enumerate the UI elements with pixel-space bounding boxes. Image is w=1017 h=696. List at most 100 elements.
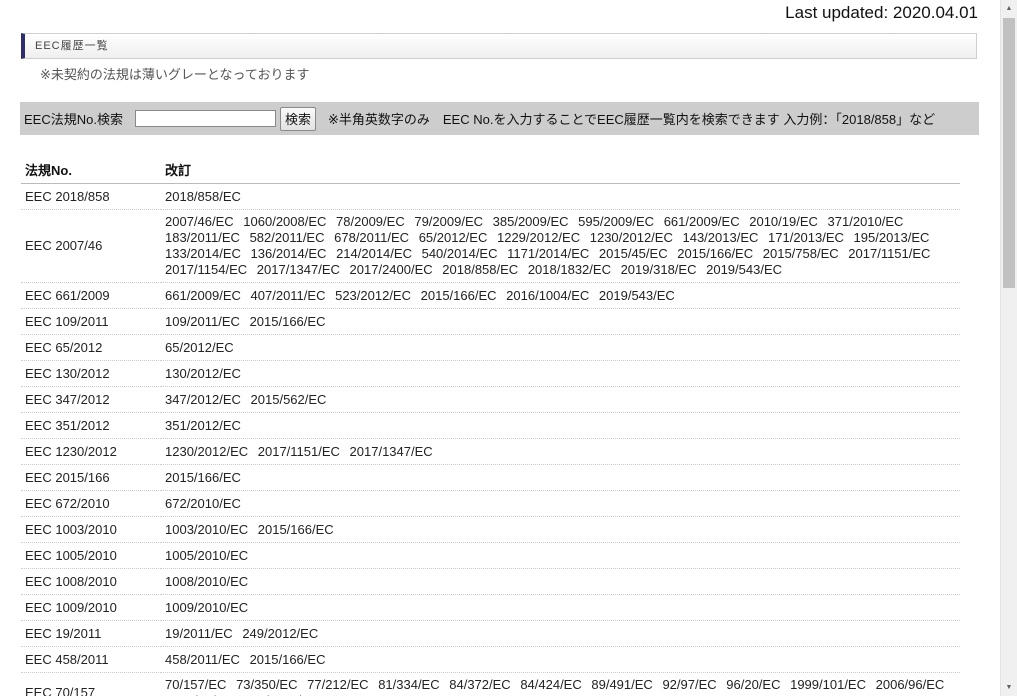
regulation-no: EEC 458/2011 xyxy=(21,646,161,673)
regulation-no: EEC 2018/858 xyxy=(21,183,161,210)
revision-item: 2015/758/EC xyxy=(762,246,839,261)
revision-item: 2006/96/EC xyxy=(875,677,945,692)
revision-list: 1230/2012/EC 2017/1151/EC 2017/1347/EC xyxy=(161,438,960,465)
table-row: EEC 458/2011 458/2011/EC 2015/166/EC xyxy=(21,646,960,673)
revision-item: 195/2013/EC xyxy=(853,230,930,245)
revision-item: 65/2012/EC xyxy=(418,230,488,245)
revision-item: 89/491/EC xyxy=(591,677,653,692)
search-button[interactable]: 検索 xyxy=(279,106,316,131)
eec-history-table: 法規No. 改訂 EEC 2018/858 2018/858/EC EEC 200… xyxy=(21,155,960,696)
table-row: EEC 661/2009 661/2009/EC 407/2011/EC 523/… xyxy=(21,282,960,309)
revision-item: 1060/2008/EC xyxy=(243,214,327,229)
page: Last updated: 2020.04.01 EEC履歴一覧 ※未契約の法規… xyxy=(0,0,1000,696)
header-revisions: 改訂 xyxy=(161,155,960,184)
table-row: EEC 1009/2010 1009/2010/EC xyxy=(21,594,960,621)
revision-item: 2016/1004/EC xyxy=(506,287,590,303)
revision-item: 133/2014/EC xyxy=(165,246,241,261)
regulation-no: EEC 1008/2010 xyxy=(21,568,161,595)
revision-list: 351/2012/EC xyxy=(161,412,960,439)
table-row: EEC 1008/2010 1008/2010/EC xyxy=(21,568,960,595)
revision-item: 2019/543/EC xyxy=(706,262,783,277)
revision-item: 678/2011/EC xyxy=(334,230,410,245)
revision-item: 595/2009/EC xyxy=(578,214,655,229)
table-row: EEC 19/2011 19/2011/EC 249/2012/EC xyxy=(21,620,960,647)
revision-item: 2019/543/EC xyxy=(598,287,675,303)
table-row: EEC 351/2012 351/2012/EC xyxy=(21,412,960,439)
revision-item: 2017/1151/EC xyxy=(848,246,931,261)
revision-item: 2015/562/EC xyxy=(250,391,327,407)
revision-item: 2015/166/EC xyxy=(249,651,326,667)
revision-item: 1229/2012/EC xyxy=(496,230,581,245)
revision-list: 70/157/EC 73/350/EC 77/212/EC 81/334/EC … xyxy=(161,672,960,696)
revision-list: 458/2011/EC 2015/166/EC xyxy=(161,646,960,673)
section-header: EEC履歴一覧 xyxy=(21,33,977,59)
revision-item: 1230/2012/EC xyxy=(165,443,249,459)
revision-list: 2018/858/EC xyxy=(161,183,960,210)
contract-note: ※未契約の法規は薄いグレーとなっております xyxy=(40,67,310,82)
revision-item: 371/2010/EC xyxy=(827,214,904,229)
revision-item: 249/2012/EC xyxy=(242,625,319,641)
revision-item: 130/2012/EC xyxy=(165,365,241,381)
revision-item: 2007/46/EC xyxy=(165,214,234,229)
revision-item: 2015/166/EC xyxy=(677,246,754,261)
revision-item: 81/334/EC xyxy=(378,677,440,692)
revision-item: 2017/1154/EC xyxy=(165,262,248,277)
table-row: EEC 1230/2012 1230/2012/EC 2017/1151/EC 2… xyxy=(21,438,960,465)
revision-item: 385/2009/EC xyxy=(492,214,569,229)
revision-item: 70/157/EC xyxy=(165,677,227,692)
revision-item: 1008/2010/EC xyxy=(165,573,249,589)
revision-item: 183/2011/EC xyxy=(165,230,240,245)
revision-item: 2018/858/EC xyxy=(165,188,241,204)
revision-item: 582/2011/EC xyxy=(249,230,325,245)
search-label: EEC法規No.検索 xyxy=(24,112,123,127)
search-input[interactable] xyxy=(134,110,276,127)
revision-item: 2017/2400/EC xyxy=(349,262,433,277)
revision-item: 84/424/EC xyxy=(520,677,582,692)
revision-item: 1009/2010/EC xyxy=(165,599,249,615)
revision-item: 143/2013/EC xyxy=(682,230,759,245)
revision-item: 79/2009/EC xyxy=(414,214,484,229)
revision-item: 523/2012/EC xyxy=(335,287,411,303)
revision-item: 136/2014/EC xyxy=(250,246,327,261)
regulation-no: EEC 347/2012 xyxy=(21,386,161,413)
revision-item: 407/2011/EC xyxy=(250,287,326,303)
revision-item: 672/2010/EC xyxy=(165,495,241,511)
last-updated: Last updated: 2020.04.01 xyxy=(785,3,978,22)
revision-item: 661/2009/EC xyxy=(663,214,740,229)
revision-item: 2017/1151/EC xyxy=(257,443,340,459)
scroll-thumb[interactable] xyxy=(1003,18,1015,288)
revision-item: 2015/166/EC xyxy=(165,469,241,485)
revision-item: 92/97/EC xyxy=(662,677,717,692)
scroll-down-arrow-icon[interactable]: ▼ xyxy=(1001,679,1017,696)
regulation-no: EEC 2015/166 xyxy=(21,464,161,491)
revision-list: 65/2012/EC xyxy=(161,334,960,361)
regulation-no: EEC 1009/2010 xyxy=(21,594,161,621)
regulation-no: EEC 130/2012 xyxy=(21,360,161,387)
revision-item: 347/2012/EC xyxy=(165,391,241,407)
revision-item: 2015/166/EC xyxy=(257,521,334,537)
revision-list: 19/2011/EC 249/2012/EC xyxy=(161,620,960,647)
table-row: EEC 65/2012 65/2012/EC xyxy=(21,334,960,361)
revision-item: 78/2009/EC xyxy=(336,214,405,229)
regulation-no: EEC 351/2012 xyxy=(21,412,161,439)
table-row: EEC 672/2010 672/2010/EC xyxy=(21,490,960,517)
scroll-up-arrow-icon[interactable]: ▲ xyxy=(1001,0,1017,17)
regulation-no: EEC 2007/46 xyxy=(21,209,161,283)
table-row: EEC 2015/166 2015/166/EC xyxy=(21,464,960,491)
revision-list: 347/2012/EC 2015/562/EC xyxy=(161,386,960,413)
regulation-no: EEC 70/157 xyxy=(21,672,161,696)
revision-item: 2018/1832/EC xyxy=(527,262,611,277)
revision-item: 2015/166/EC xyxy=(420,287,497,303)
revision-list: 109/2011/EC 2015/166/EC xyxy=(161,308,960,335)
revision-item: 65/2012/EC xyxy=(165,339,234,355)
vertical-scrollbar[interactable]: ▲ ▼ xyxy=(1000,0,1017,696)
regulation-no: EEC 1230/2012 xyxy=(21,438,161,465)
revision-list: 1009/2010/EC xyxy=(161,594,960,621)
revision-item: 84/372/EC xyxy=(449,677,511,692)
revision-item: 77/212/EC xyxy=(307,677,369,692)
revision-item: 2010/19/EC xyxy=(749,214,818,229)
revision-list: 2015/166/EC xyxy=(161,464,960,491)
revision-item: 2019/318/EC xyxy=(620,262,697,277)
regulation-no: EEC 19/2011 xyxy=(21,620,161,647)
revision-list: 2007/46/EC 1060/2008/EC 78/2009/EC 79/20… xyxy=(161,209,960,283)
